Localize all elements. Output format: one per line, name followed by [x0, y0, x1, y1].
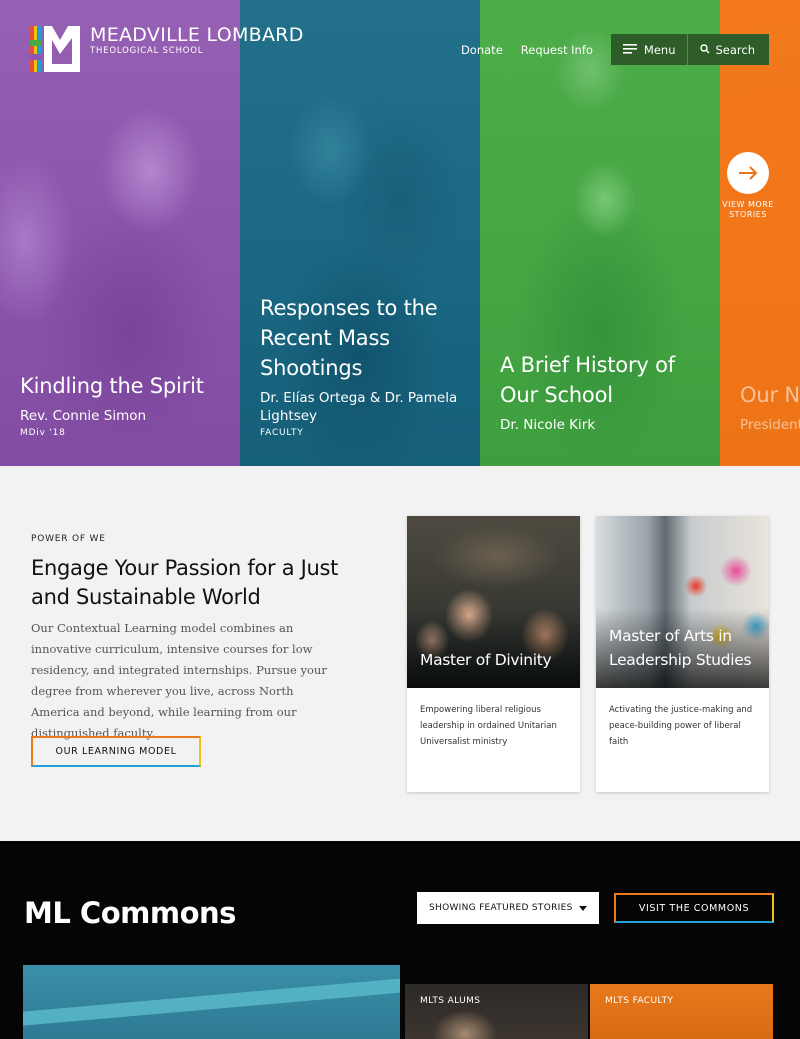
story-caption: Kindling the Spirit Rev. Connie Simon MD…: [20, 371, 228, 438]
story-author: Dr. Elías Ortega & Dr. Pamela Lightsey: [260, 390, 458, 424]
search-button[interactable]: Search: [687, 34, 769, 65]
search-icon: [700, 43, 710, 57]
commons-heading: ML Commons: [24, 896, 236, 930]
story-author: Rev. Connie Simon: [20, 408, 147, 424]
program-image: Master of Divinity: [407, 516, 580, 688]
commons-tile-alums[interactable]: MLTS ALUMS: [405, 984, 588, 1039]
story-caption: Our N President S: [740, 380, 800, 434]
program-image: Master of Arts in Leadership Studies: [596, 516, 769, 688]
search-label: Search: [715, 42, 755, 57]
menu-search-bar: Menu Search: [610, 34, 769, 65]
power-of-we-section: POWER OF WE Engage Your Passion for a Ju…: [0, 466, 800, 841]
story-panel-4[interactable]: Our N President S: [720, 0, 800, 466]
story-role: MDiv '18: [20, 428, 66, 438]
logo-mark-icon: [30, 24, 82, 74]
tile-tag: MLTS FACULTY: [605, 996, 674, 1006]
ml-commons-section: ML Commons SHOWING FEATURED STORIES VISI…: [0, 841, 800, 1039]
filter-selected-value: SHOWING FEATURED STORIES: [429, 903, 573, 913]
story-title[interactable]: Kindling the Spirit: [20, 371, 228, 401]
program-title: Master of Divinity: [420, 651, 552, 669]
hamburger-icon: [622, 43, 637, 57]
section-eyebrow: POWER OF WE: [31, 534, 106, 544]
donate-link[interactable]: Donate: [461, 43, 503, 57]
view-more-stories-button[interactable]: VIEW MORE STORIES: [722, 152, 773, 220]
tile-tag: MLTS ALUMS: [420, 996, 481, 1006]
commons-tile-faculty[interactable]: MLTS FACULTY: [590, 984, 773, 1039]
story-role: FACULTY: [260, 428, 304, 438]
stories-filter-select[interactable]: SHOWING FEATURED STORIES: [417, 892, 599, 924]
view-more-label: VIEW MORE STORIES: [722, 200, 774, 219]
chevron-down-icon: [579, 905, 587, 911]
arrow-right-icon: [727, 152, 769, 194]
program-card-leadership[interactable]: Master of Arts in Leadership Studies Act…: [596, 516, 769, 792]
logo-name: MEADVILLE LOMBARD: [90, 24, 304, 46]
visit-commons-button[interactable]: VISIT THE COMMONS: [614, 893, 774, 923]
learning-model-button[interactable]: OUR LEARNING MODEL: [31, 736, 201, 767]
logo-subtitle: THEOLOGICAL SCHOOL: [90, 46, 204, 56]
story-author: President S: [740, 417, 800, 433]
program-description: Empowering liberal religious leadership …: [420, 705, 557, 747]
story-title[interactable]: A Brief History of Our School: [500, 350, 708, 410]
section-body: Our Contextual Learning model combines a…: [31, 621, 327, 740]
story-title[interactable]: Our N: [740, 380, 800, 410]
menu-label: Menu: [643, 42, 676, 57]
menu-button[interactable]: Menu: [611, 34, 688, 65]
site-logo[interactable]: MEADVILLE LOMBARD THEOLOGICAL SCHOOL: [30, 24, 304, 74]
hero-stories: Kindling the Spirit Rev. Connie Simon MD…: [0, 0, 800, 466]
top-nav: Donate Request Info Menu Search: [461, 34, 769, 65]
program-description: Activating the justice-making and peace-…: [609, 705, 753, 747]
featured-story-image[interactable]: [23, 965, 400, 1039]
section-heading: Engage Your Passion for a Just and Susta…: [31, 556, 339, 609]
request-info-link[interactable]: Request Info: [521, 43, 593, 57]
story-panel-3[interactable]: A Brief History of Our School Dr. Nicole…: [480, 0, 720, 466]
program-title: Master of Arts in Leadership Studies: [609, 627, 752, 669]
story-title[interactable]: Responses to the Recent Mass Shootings: [260, 293, 468, 383]
story-author: Dr. Nicole Kirk: [500, 417, 596, 433]
program-card-mdiv[interactable]: Master of Divinity Empowering liberal re…: [407, 516, 580, 792]
story-caption: A Brief History of Our School Dr. Nicole…: [500, 350, 708, 434]
story-caption: Responses to the Recent Mass Shootings D…: [260, 293, 468, 438]
